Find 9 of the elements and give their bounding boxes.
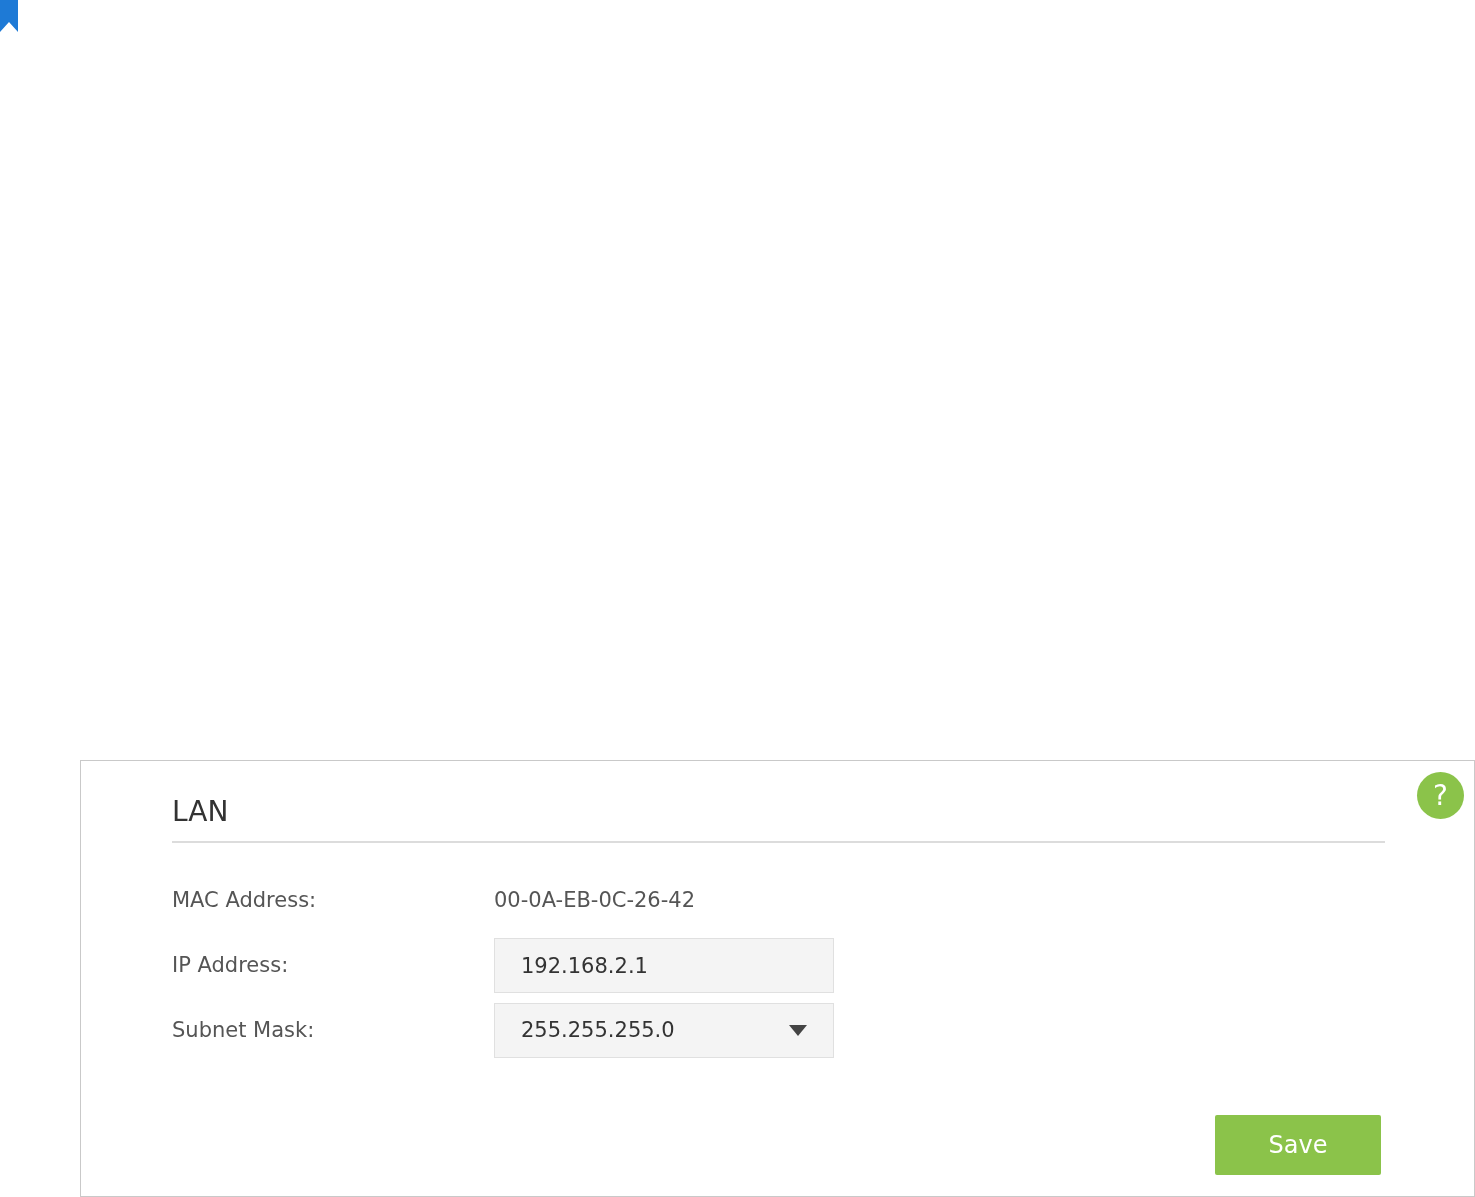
field-label: MAC Address: bbox=[172, 886, 318, 914]
ip-address-field[interactable]: 192.168.2.1 bbox=[494, 938, 834, 993]
bookmark-icon bbox=[0, 0, 18, 32]
field-value: 00-0A-EB-0C-26-42 bbox=[494, 886, 696, 914]
field-label: Subnet Mask: bbox=[172, 1016, 316, 1044]
section-title: LAN bbox=[172, 794, 230, 830]
caret-icon bbox=[789, 1025, 807, 1036]
field-label: IP Address: bbox=[172, 951, 290, 979]
subnet-mask-dropdown[interactable]: 255.255.255.0 bbox=[494, 1003, 834, 1058]
